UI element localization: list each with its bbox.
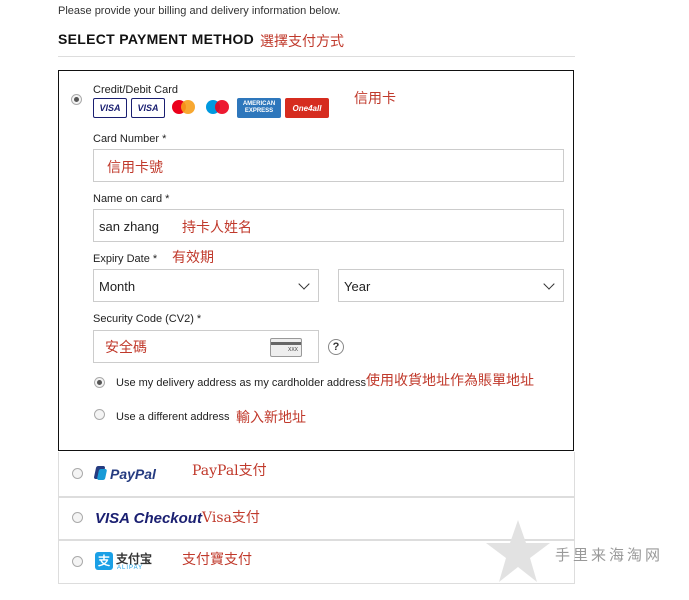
section-heading: SELECT PAYMENT METHOD bbox=[58, 31, 255, 47]
credit-card-title: Credit/Debit Card bbox=[93, 84, 178, 96]
cvv-hint-text: XXX bbox=[287, 347, 298, 353]
help-icon[interactable]: ? bbox=[328, 339, 344, 355]
watermark-text: 手里来海淘网 bbox=[555, 546, 664, 564]
delivery-address-label: Use my delivery address as my cardholder… bbox=[116, 377, 367, 389]
heading-annotation: 選擇支付方式 bbox=[260, 34, 344, 50]
expiry-label: Expiry Date * bbox=[93, 253, 158, 265]
security-code-value: 安全碼 bbox=[105, 340, 147, 356]
expiry-year-value: Year bbox=[344, 279, 371, 294]
paypal-icon bbox=[93, 466, 108, 482]
name-on-card-value: san zhang bbox=[99, 219, 159, 234]
expiry-month-select[interactable]: Month bbox=[93, 269, 319, 302]
security-code-label: Security Code (CV2) * bbox=[93, 313, 202, 325]
credit-card-radio[interactable] bbox=[71, 94, 82, 105]
card-number-value: 信用卡號 bbox=[107, 160, 163, 176]
visa-logo: VISA bbox=[93, 98, 127, 118]
different-address-radio[interactable] bbox=[94, 409, 105, 420]
mastercard-logo bbox=[169, 98, 199, 118]
chevron-down-icon bbox=[543, 278, 555, 290]
different-address-label: Use a different address bbox=[116, 411, 230, 423]
paypal-annotation: PayPal支付 bbox=[192, 463, 267, 479]
credit-card-annotation: 信用卡 bbox=[354, 91, 396, 107]
paypal-option[interactable]: PayPal PayPal支付 bbox=[58, 452, 575, 497]
name-on-card-input[interactable]: san zhang 持卡人姓名 bbox=[93, 209, 564, 242]
expiry-month-value: Month bbox=[99, 279, 136, 294]
security-code-input[interactable]: 安全碼 XXX bbox=[93, 330, 319, 363]
visa-checkout-annotation: Visa支付 bbox=[202, 510, 260, 526]
expiry-annotation: 有效期 bbox=[172, 250, 214, 266]
paypal-radio[interactable] bbox=[72, 468, 83, 479]
maestro-logo bbox=[203, 98, 233, 118]
delivery-address-radio[interactable] bbox=[94, 377, 105, 388]
one4all-logo: One4all bbox=[285, 98, 329, 118]
card-number-label: Card Number * bbox=[93, 133, 167, 145]
heading-divider bbox=[58, 56, 575, 57]
card-cvv-icon: XXX bbox=[270, 338, 302, 357]
alipay-icon: 支 bbox=[95, 552, 113, 570]
card-logos: VISA VISA AMERICAN EXPRESS One4all bbox=[93, 98, 329, 118]
alipay-annotation: 支付寶支付 bbox=[182, 552, 252, 568]
visa-electron-logo: VISA bbox=[131, 98, 165, 118]
visa-checkout-brand: VISA Checkout bbox=[95, 510, 202, 527]
star-watermark-icon bbox=[484, 518, 552, 586]
card-number-input[interactable]: 信用卡號 bbox=[93, 149, 564, 182]
alipay-radio[interactable] bbox=[72, 556, 83, 567]
visa-checkout-radio[interactable] bbox=[72, 512, 83, 523]
intro-text: Please provide your billing and delivery… bbox=[58, 5, 341, 17]
different-address-annotation: 輸入新地址 bbox=[236, 410, 306, 426]
amex-logo: AMERICAN EXPRESS bbox=[237, 98, 281, 118]
chevron-down-icon bbox=[298, 278, 310, 290]
name-on-card-annotation: 持卡人姓名 bbox=[182, 220, 252, 236]
delivery-address-annotation: 使用收貨地址作為賬單地址 bbox=[366, 373, 534, 389]
name-on-card-label: Name on card * bbox=[93, 193, 170, 205]
alipay-brand-sub: ALIPAY bbox=[117, 565, 144, 571]
expiry-year-select[interactable]: Year bbox=[338, 269, 564, 302]
paypal-brand: PayPal bbox=[110, 466, 156, 482]
